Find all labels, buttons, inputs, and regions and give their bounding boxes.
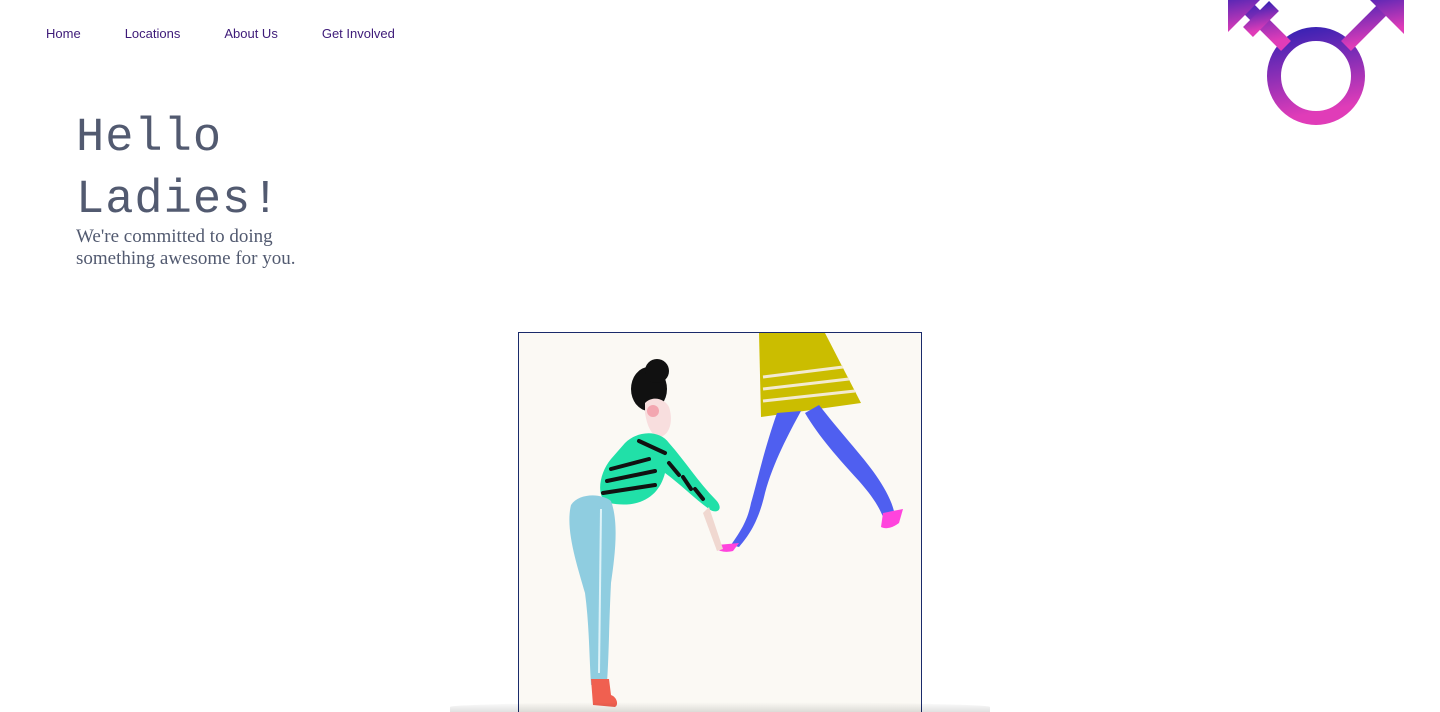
hero-title: Hello Ladies! (76, 108, 396, 232)
nav-locations-link[interactable]: Locations (125, 26, 181, 42)
footer-shadow (450, 702, 990, 712)
hero-title-line-1: Hello (76, 112, 223, 165)
hero-illustration (518, 332, 922, 712)
hero-subtitle: We're committed to doing something aweso… (76, 226, 296, 269)
hero-section: Hello Ladies! We're committed to doing s… (76, 108, 396, 270)
transgender-symbol-icon[interactable] (1228, 0, 1408, 190)
nav-home-link[interactable]: Home (46, 26, 81, 42)
two-women-illustration (519, 333, 921, 712)
hero-title-line-2: Ladies! (76, 174, 281, 227)
nav-get-involved-link[interactable]: Get Involved (322, 26, 395, 42)
page: Home Locations About Us Get Involved Hel… (0, 0, 1440, 712)
nav-about-us-link[interactable]: About Us (224, 26, 277, 42)
main-nav: Home Locations About Us Get Involved (46, 26, 439, 42)
